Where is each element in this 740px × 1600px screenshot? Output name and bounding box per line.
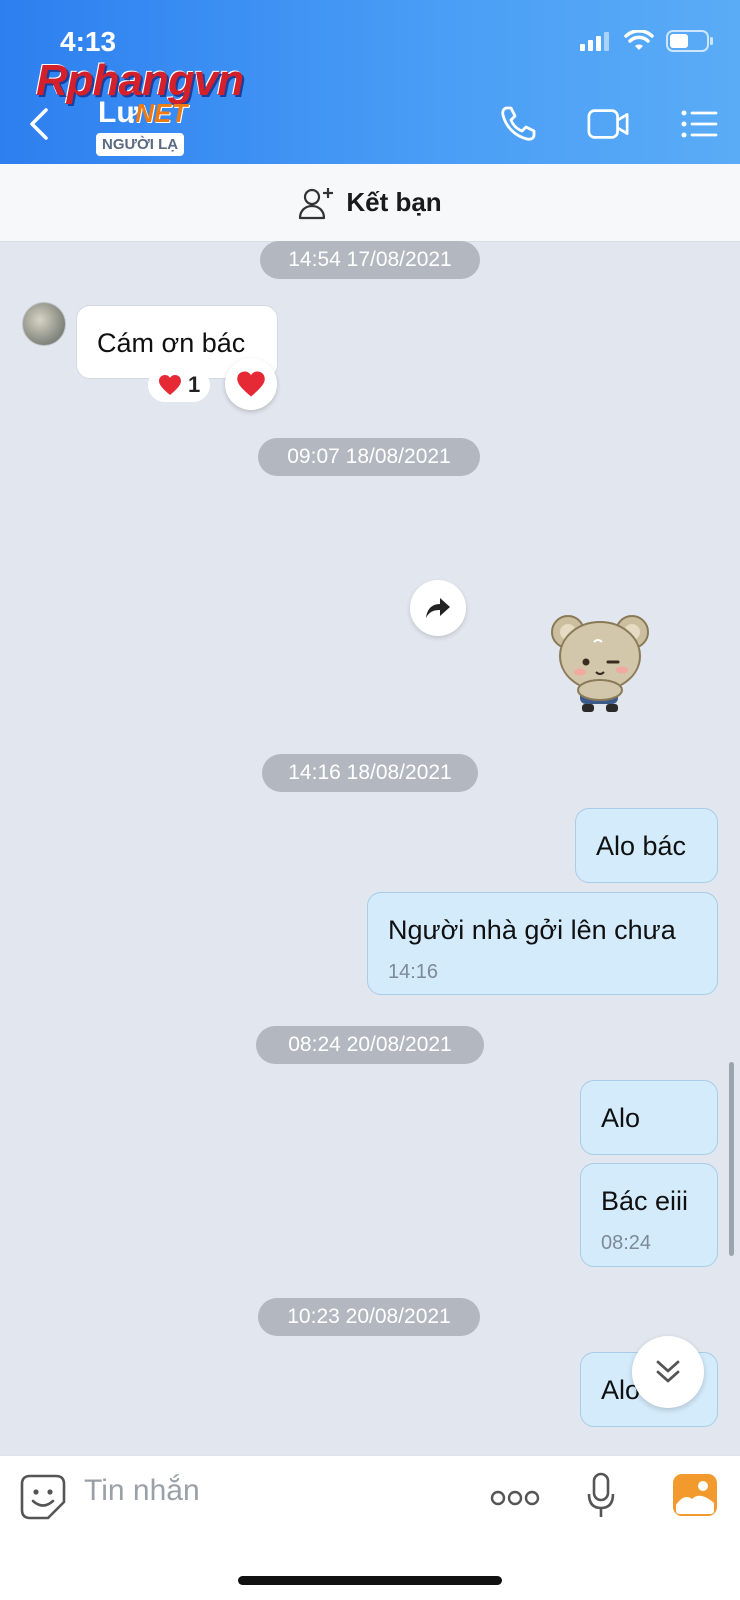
battery-icon — [666, 30, 713, 52]
message-text: Bác eiii — [601, 1186, 689, 1216]
message-time: 08:24 — [601, 1232, 652, 1254]
message-input[interactable]: Tin nhắn — [84, 1474, 200, 1508]
date-separator: 10:23 20/08/2021 — [258, 1298, 480, 1336]
image-gallery-icon[interactable] — [672, 1473, 718, 1517]
outgoing-message[interactable]: Alo bác — [575, 808, 718, 883]
outgoing-message[interactable]: Người nhà gởi lên chưa 14:16 — [367, 892, 718, 995]
phone-icon[interactable] — [498, 104, 542, 144]
chevron-double-down-icon — [656, 1360, 680, 1383]
scroll-to-bottom-button[interactable] — [632, 1336, 704, 1408]
date-separator: 14:54 17/08/2021 — [260, 241, 480, 279]
message-text: Người nhà gởi lên chưa — [388, 915, 676, 945]
add-friend-label: Kết bạn — [346, 187, 442, 217]
date-separator: 14:16 18/08/2021 — [262, 754, 478, 792]
chat-header: 4:13 Rphangvn .NET Lư NGƯỜI LẠ — [0, 0, 740, 164]
forward-button[interactable] — [410, 580, 466, 636]
more-options-icon[interactable] — [490, 1488, 540, 1508]
signal-icon — [580, 32, 609, 51]
back-icon[interactable] — [24, 104, 56, 144]
stranger-badge: NGƯỜI LẠ — [96, 133, 185, 156]
bear-sticker[interactable] — [548, 612, 652, 716]
reaction-summary[interactable]: 1 — [148, 368, 211, 402]
message-text: Alo — [601, 1103, 641, 1133]
status-time: 4:13 — [60, 26, 117, 57]
outgoing-message[interactable]: Alo — [580, 1080, 718, 1155]
date-separator: 08:24 20/08/2021 — [256, 1026, 484, 1064]
reaction-count: 1 — [188, 372, 201, 397]
chat-scrollbar[interactable] — [729, 1062, 734, 1256]
message-time: 14:16 — [388, 961, 439, 983]
emoji-sticker-icon[interactable] — [20, 1474, 66, 1520]
heart-icon — [237, 371, 265, 397]
wifi-icon — [624, 30, 654, 50]
add-friend-button[interactable]: Kết bạn — [0, 164, 740, 242]
contact-name[interactable]: Lư — [98, 96, 138, 130]
heart-icon — [159, 375, 181, 395]
react-button[interactable] — [225, 358, 277, 410]
menu-list-icon[interactable] — [678, 104, 722, 144]
message-text: Alo bác — [596, 831, 687, 861]
message-text: Cám ơn bác — [97, 328, 246, 358]
microphone-icon[interactable] — [586, 1472, 616, 1520]
status-icons — [580, 30, 714, 52]
contact-avatar[interactable] — [22, 302, 66, 346]
outgoing-message[interactable]: Bác eiii 08:24 — [580, 1163, 718, 1267]
forward-icon — [426, 598, 450, 618]
add-friend-icon — [299, 187, 334, 219]
video-icon[interactable] — [586, 104, 630, 144]
date-separator: 09:07 18/08/2021 — [258, 438, 480, 476]
home-indicator — [238, 1576, 502, 1585]
